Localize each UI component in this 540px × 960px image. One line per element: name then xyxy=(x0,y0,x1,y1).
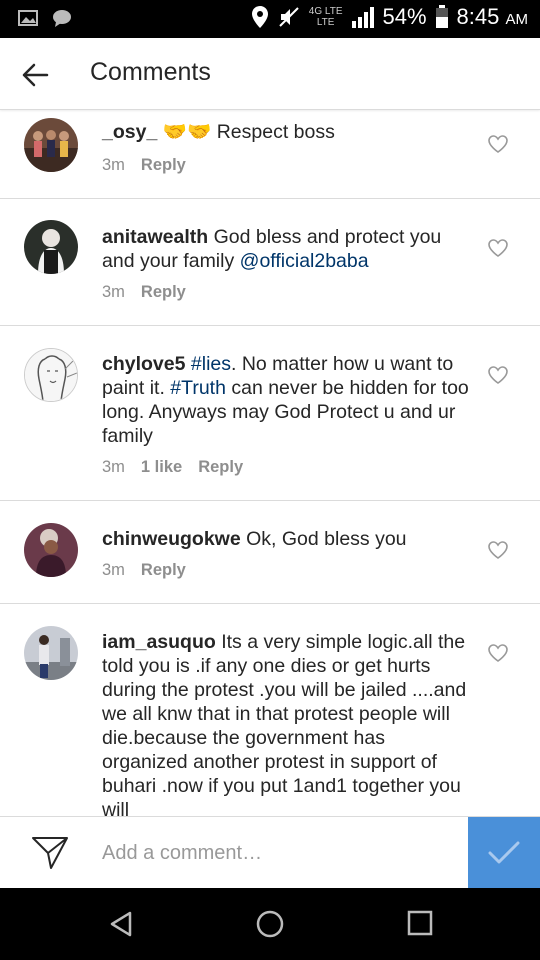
comment-item: chinweugokwe Ok, God bless you 3m Reply xyxy=(0,501,540,604)
comment-meta: 3m 1 like Reply xyxy=(102,458,243,477)
comment-text: Its a very simple logic.all the told you… xyxy=(102,631,467,816)
header: Comments xyxy=(0,38,540,110)
comment-item: chylove5 #lies. No matter how u want to … xyxy=(0,326,540,501)
hashtag-link[interactable]: #lies xyxy=(191,353,231,375)
nav-back-icon[interactable] xyxy=(108,910,134,938)
battery-percent: 54% xyxy=(382,4,427,29)
avatar[interactable] xyxy=(24,626,78,680)
heart-icon[interactable] xyxy=(488,366,508,384)
comment-text: Respect boss xyxy=(211,121,335,143)
like-count[interactable]: 1 like xyxy=(141,458,182,476)
comment-item: _osy_ 🤝🤝 Respect boss 3m Reply xyxy=(0,110,540,199)
comment-meta: 3m Reply xyxy=(102,156,186,175)
nav-home-icon[interactable] xyxy=(256,910,284,938)
location-icon xyxy=(251,6,268,28)
reply-button[interactable]: Reply xyxy=(141,561,186,579)
signal-icon xyxy=(351,7,374,28)
avatar[interactable] xyxy=(24,523,78,577)
comment-time: 3m xyxy=(102,561,125,579)
network-type: 4G LTE LTE xyxy=(308,6,343,28)
reply-button[interactable]: Reply xyxy=(198,458,243,476)
comment-item: iam_asuquo Its a very simple logic.all t… xyxy=(0,604,540,816)
page-title: Comments xyxy=(90,58,211,86)
chat-bubble-icon xyxy=(53,10,71,27)
avatar[interactable] xyxy=(24,118,78,172)
direct-send-icon[interactable] xyxy=(30,835,70,871)
mute-icon xyxy=(279,7,299,27)
clock: 8:45 AM xyxy=(456,4,528,29)
comment-text: Ok, God bless you xyxy=(240,528,407,550)
avatar[interactable] xyxy=(24,348,78,402)
comment-meta: 3m Reply xyxy=(102,561,186,580)
comment-time: 3m xyxy=(102,156,125,174)
comment-time: 3m xyxy=(102,283,125,301)
gallery-icon xyxy=(18,10,38,26)
username[interactable]: chylove5 xyxy=(102,353,185,375)
comment-meta: 3m Reply xyxy=(102,283,186,302)
comment-time: 3m xyxy=(102,458,125,476)
hashtag-link[interactable]: #Truth xyxy=(170,377,226,399)
post-comment-button[interactable] xyxy=(468,817,540,889)
arrow-left-icon[interactable] xyxy=(20,60,50,90)
username[interactable]: iam_asuquo xyxy=(102,631,216,653)
username[interactable]: anitawealth xyxy=(102,226,208,248)
reply-button[interactable]: Reply xyxy=(141,156,186,174)
comment-input[interactable]: Add a comment… xyxy=(102,842,262,865)
nav-recent-apps-icon[interactable] xyxy=(407,910,433,936)
heart-icon[interactable] xyxy=(488,239,508,257)
heart-icon[interactable] xyxy=(488,541,508,559)
emoji: 🤝🤝 xyxy=(162,121,212,143)
system-nav-bar xyxy=(0,888,540,960)
reply-button[interactable]: Reply xyxy=(141,283,186,301)
username[interactable]: chinweugokwe xyxy=(102,528,241,550)
avatar[interactable] xyxy=(24,220,78,274)
heart-icon[interactable] xyxy=(488,135,508,153)
comment-list[interactable]: _osy_ 🤝🤝 Respect boss 3m Reply anitawealt… xyxy=(0,110,540,816)
heart-icon[interactable] xyxy=(488,644,508,662)
comment-composer: Add a comment… xyxy=(0,816,540,889)
mention-link[interactable]: @official2baba xyxy=(240,250,369,272)
checkmark-icon xyxy=(488,841,520,864)
battery-icon xyxy=(435,5,448,28)
username[interactable]: _osy_ xyxy=(102,121,157,143)
comment-item: anitawealth God bless and protect you an… xyxy=(0,199,540,326)
status-bar: 4G LTE LTE 54% 8:45 AM xyxy=(0,0,540,38)
